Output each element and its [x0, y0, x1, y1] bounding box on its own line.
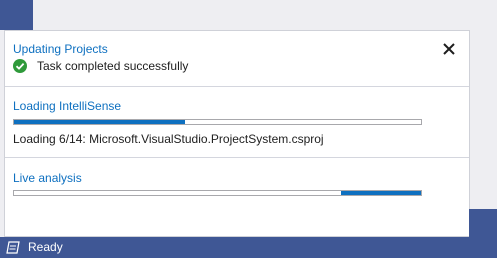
output-window-icon[interactable] — [5, 240, 21, 255]
intellisense-section: Loading IntelliSense Loading 6/14: Micro… — [5, 87, 469, 158]
background-tasks-popup: Updating Projects Task completed success… — [4, 30, 470, 237]
intellisense-progress-bar — [13, 119, 422, 125]
live-analysis-title: Live analysis — [13, 171, 82, 185]
task-status-text: Task completed successfully — [37, 59, 189, 73]
close-icon[interactable] — [441, 41, 457, 57]
updating-projects-title: Updating Projects — [13, 42, 108, 56]
live-analysis-progress-bar — [13, 190, 422, 196]
updating-projects-section: Updating Projects Task completed success… — [5, 31, 469, 86]
status-bar: Ready — [0, 237, 497, 258]
intellisense-progress-fill — [14, 120, 185, 124]
intellisense-title: Loading IntelliSense — [13, 99, 122, 113]
intellisense-detail: Loading 6/14: Microsoft.VisualStudio.Pro… — [13, 132, 324, 146]
live-analysis-progress-indicator — [341, 191, 421, 195]
check-circle-icon — [13, 59, 27, 73]
live-analysis-section: Live analysis — [5, 158, 469, 208]
background-panel-corner — [0, 0, 33, 30]
status-text: Ready — [28, 240, 63, 254]
status-bar-corner — [469, 209, 497, 237]
